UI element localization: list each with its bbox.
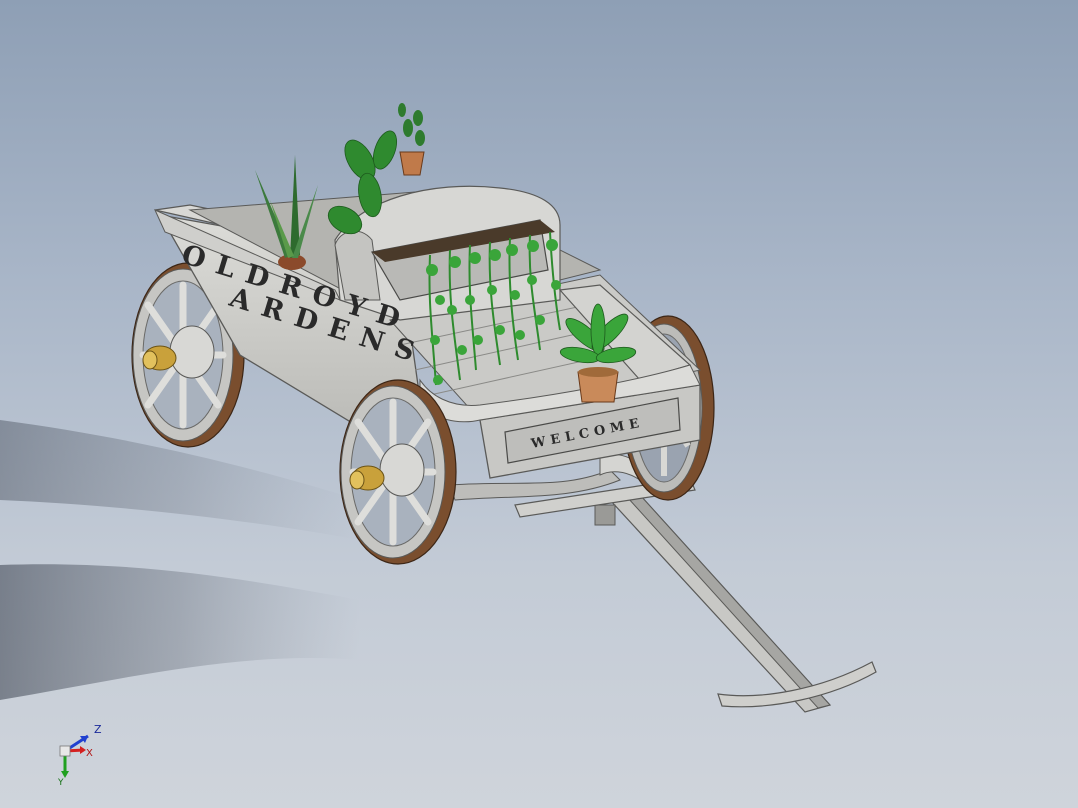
small-potted-plant <box>398 103 425 176</box>
coordinate-triad: Z X Y <box>57 723 102 786</box>
front-right-wheel[interactable] <box>339 379 457 565</box>
wagon-tongue[interactable] <box>514 477 877 713</box>
triad-x-label: X <box>86 748 93 759</box>
model-view[interactable]: OLDROYD ARDENS WELCOME <box>0 0 1078 808</box>
triad-y-label: Y <box>57 778 64 786</box>
ground-shadow <box>0 420 360 700</box>
triad-z-label: Z <box>94 723 102 736</box>
graphics-viewport[interactable]: OLDROYD ARDENS WELCOME Z X Y <box>0 0 1078 808</box>
